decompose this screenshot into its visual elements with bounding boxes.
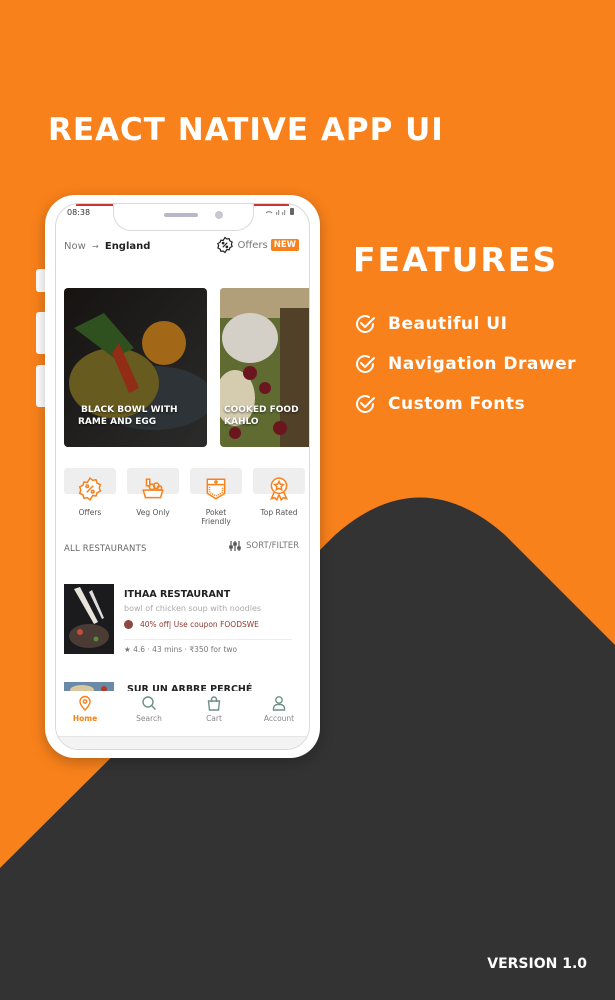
category-veg-only[interactable]: Veg Only — [127, 468, 179, 517]
nav-label: Account — [263, 714, 295, 723]
award-ribbon-icon — [270, 477, 288, 502]
category-top-rated[interactable]: Top Rated — [253, 468, 305, 517]
feature-label: Custom Fonts — [388, 394, 526, 414]
sliders-icon — [229, 541, 241, 551]
category-label: Top Rated — [260, 508, 298, 517]
front-camera — [215, 211, 223, 219]
sort-filter-button[interactable]: SORT/FILTER — [229, 540, 299, 552]
restaurant-meta: ★ 4.6 · 43 mins · ₹350 for two — [124, 645, 238, 654]
arrow-right-icon: → — [91, 242, 99, 251]
offer-badge-icon — [78, 477, 102, 501]
phone-mockup: 08:38 Now → England Offers NEW BLACK BOW… — [45, 195, 320, 758]
version-label: VERSION 1.0 — [487, 956, 587, 972]
card-title: COOKED FOOD KAHLO — [224, 404, 299, 428]
feature-item: Beautiful UI — [353, 312, 507, 336]
restaurant-item[interactable]: ITHAA RESTAURANT bowl of chicken soup wi… — [64, 584, 304, 664]
category-label: Offers — [78, 508, 102, 517]
sort-filter-label: SORT/FILTER — [246, 541, 299, 551]
nav-label: Home — [72, 714, 98, 723]
category-pocket-friendly[interactable]: Poket Friendly — [190, 468, 242, 526]
features-title: FEATURES — [353, 240, 559, 279]
status-icons — [263, 207, 297, 217]
phone-screen: 08:38 Now → England Offers NEW BLACK BOW… — [55, 203, 310, 750]
pocket-icon — [206, 478, 226, 500]
offer-text: 40% off| Use coupon FOODSWE — [140, 620, 259, 629]
card-title: BLACK BOWL WITH RAME AND EGG — [78, 404, 178, 428]
veg-basket-icon — [142, 478, 164, 499]
restaurant-offer: 40% off| Use coupon FOODSWE — [124, 620, 259, 629]
restaurant-description: bowl of chicken soup with noodles — [124, 604, 262, 613]
location-prefix: Now — [64, 241, 86, 252]
nav-account[interactable]: Account — [254, 695, 304, 723]
food-card[interactable]: BLACK BOWL WITH RAME AND EGG — [64, 288, 207, 447]
phone-notch — [113, 204, 254, 231]
user-icon — [272, 696, 286, 711]
nav-cart[interactable]: Cart — [189, 695, 239, 723]
status-accent-line — [76, 204, 116, 206]
restaurant-name: ITHAA RESTAURANT — [124, 589, 231, 600]
feature-item: Navigation Drawer — [353, 352, 576, 376]
system-nav-bar — [56, 736, 309, 749]
card-title-line: COOKED FOOD — [224, 405, 299, 415]
signal-battery-icon — [265, 208, 294, 215]
check-circle-icon — [356, 355, 375, 373]
feature-label: Navigation Drawer — [388, 354, 576, 374]
offers-label: Offers — [237, 239, 268, 251]
card-title-line: BLACK BOWL WITH — [81, 405, 178, 415]
offer-badge-icon — [217, 236, 234, 254]
nav-label: Search — [136, 714, 162, 723]
card-title-line: RAME AND EGG — [78, 417, 157, 427]
offers-button[interactable]: Offers NEW — [216, 236, 299, 254]
location-city: England — [104, 241, 151, 252]
check-circle-icon — [356, 315, 375, 333]
section-title: ALL RESTAURANTS — [64, 544, 147, 554]
new-badge: NEW — [270, 239, 299, 251]
nav-search[interactable]: Search — [124, 695, 174, 723]
discount-icon — [124, 620, 133, 629]
restaurant-image — [64, 584, 114, 654]
status-time: 08:38 — [67, 208, 91, 217]
main-title: REACT NATIVE APP UI — [48, 112, 444, 148]
nav-home[interactable]: Home — [60, 695, 110, 723]
category-label: Poket Friendly — [201, 508, 231, 526]
category-label: Veg Only — [136, 508, 170, 517]
divider — [124, 639, 292, 640]
search-icon — [142, 696, 156, 710]
location-selector[interactable]: Now → England — [64, 241, 150, 252]
speaker — [164, 213, 198, 217]
card-title-line: KAHLO — [224, 417, 259, 427]
location-pin-icon — [79, 695, 91, 711]
nav-label: Cart — [206, 714, 222, 723]
check-circle-icon — [356, 395, 375, 413]
feature-item: Custom Fonts — [353, 392, 525, 416]
bottom-navigation: Home Search Cart Account — [56, 691, 309, 736]
category-offers[interactable]: Offers — [64, 468, 116, 517]
feature-label: Beautiful UI — [388, 314, 508, 334]
food-card[interactable]: COOKED FOOD KAHLO — [220, 288, 309, 447]
shopping-bag-icon — [207, 696, 221, 711]
